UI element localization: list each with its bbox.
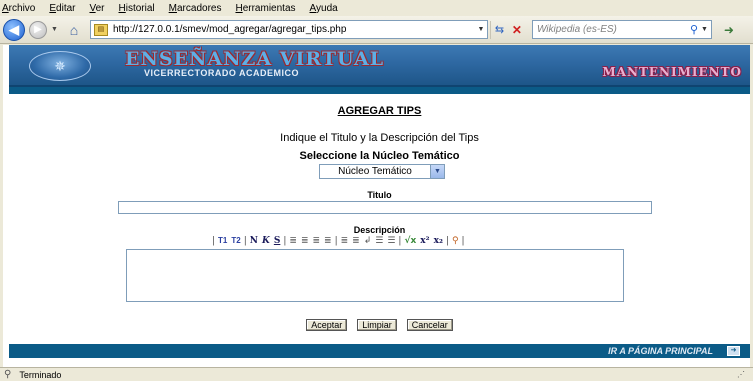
square-root-icon[interactable]: √x	[402, 236, 418, 246]
nucleo-label: Seleccione la Núcleo Temático	[299, 150, 460, 162]
align-justify-icon[interactable]: ≣	[322, 236, 334, 246]
footer-bar: IR A PÁGINA PRINCIPAL ➜	[9, 344, 750, 358]
indent-icon[interactable]: ≣	[339, 236, 351, 246]
form-instruction: Indique el Titulo y la Descripción del T…	[280, 132, 479, 144]
page-favicon-icon: ▤	[93, 23, 108, 36]
menu-archivo[interactable]: Archivo	[2, 3, 35, 14]
bullet-list-icon[interactable]: ☰	[385, 236, 397, 246]
exit-icon[interactable]: ➜	[727, 346, 740, 356]
search-placeholder: Wikipedia (es-ES)	[536, 24, 617, 35]
titulo-label: Titulo	[367, 190, 392, 200]
menu-editar[interactable]: Editar	[49, 3, 75, 14]
home-icon: ⌂	[69, 21, 79, 38]
search-box[interactable]: Wikipedia (es-ES) ⚲ ▼	[531, 20, 712, 39]
preview-magnifier-icon[interactable]: ⚲	[450, 236, 461, 246]
reload-icon: ⇆	[494, 24, 505, 36]
history-dropdown-icon[interactable]: ▼	[51, 26, 58, 33]
menu-marcadores[interactable]: Marcadores	[169, 3, 222, 14]
url-dropdown-icon[interactable]: ▼	[475, 26, 487, 33]
underline-button[interactable]: S	[272, 236, 283, 246]
outdent-icon[interactable]: ≣	[350, 236, 362, 246]
banner-section: MANTENIMIENTO	[602, 65, 742, 79]
heading1-button[interactable]: T1	[216, 236, 229, 245]
italic-button[interactable]: K	[260, 236, 272, 246]
menu-historial[interactable]: Historial	[119, 3, 155, 14]
header-strip	[9, 87, 750, 94]
subscript-button[interactable]: x₂	[432, 236, 445, 246]
clear-button[interactable]: Limpiar	[357, 319, 397, 331]
form-heading: AGREGAR TIPS	[337, 105, 422, 117]
accept-button[interactable]: Aceptar	[306, 319, 348, 331]
align-right-icon[interactable]: ≣	[310, 236, 322, 246]
university-seal-icon: ✵	[29, 51, 91, 81]
align-left-icon[interactable]: ≣	[287, 236, 299, 246]
banner-title: ENSEÑANZA VIRTUAL	[125, 48, 385, 70]
search-engine-dropdown-icon[interactable]: ▼	[701, 26, 708, 33]
page-viewport: ✵ ENSEÑANZA VIRTUAL VICERRECTORADO ACADE…	[0, 45, 753, 367]
banner-subtitle: VICERRECTORADO ACADEMICO	[144, 68, 300, 78]
status-search-icon: ⚲	[4, 369, 12, 380]
menu-bar: Archivo Editar Ver Historial Marcadores …	[0, 0, 753, 16]
search-icon[interactable]: ⚲	[690, 23, 698, 36]
cancel-button[interactable]: Cancelar	[406, 319, 453, 331]
editor-toolbar: | T1 T2 | N K S | ≣ ≣ ≣ ≣ | ≣ ≣ ↲ ☰ ☰ | …	[211, 234, 466, 247]
url-text[interactable]: http://127.0.0.1/smev/mod_agregar/agrega…	[113, 24, 475, 35]
home-button[interactable]: ⌂	[64, 21, 84, 39]
forward-arrow-icon: ▶	[34, 24, 42, 35]
form-container: AGREGAR TIPS Indique el Titulo y la Desc…	[9, 94, 750, 344]
main-page-link[interactable]: IR A PÁGINA PRINCIPAL	[608, 346, 713, 356]
bold-button[interactable]: N	[248, 236, 260, 246]
line-break-icon[interactable]: ↲	[362, 236, 374, 246]
stop-button[interactable]: ✕	[508, 21, 526, 39]
superscript-button[interactable]: x²	[418, 236, 431, 246]
status-text: Terminado	[19, 369, 62, 380]
addon-button[interactable]: ➜	[718, 21, 740, 39]
address-bar[interactable]: ▤ http://127.0.0.1/smev/mod_agregar/agre…	[89, 20, 488, 39]
back-button[interactable]: ◀	[3, 18, 25, 41]
menu-herramientas[interactable]: Herramientas	[235, 3, 295, 14]
align-center-icon[interactable]: ≣	[299, 236, 311, 246]
resize-grip-icon[interactable]: ⋰	[737, 370, 745, 379]
toolbar-separator: |	[461, 235, 465, 246]
form-actions: Aceptar Limpiar Cancelar	[9, 319, 750, 331]
back-arrow-icon: ◀	[9, 21, 19, 37]
titulo-input[interactable]	[118, 201, 652, 214]
forward-button[interactable]: ▶	[29, 20, 47, 39]
menu-ver[interactable]: Ver	[89, 3, 104, 14]
chevron-down-icon[interactable]: ▼	[430, 165, 444, 178]
addon-icon: ➜	[723, 22, 734, 37]
reload-button[interactable]: ⇆	[489, 20, 508, 39]
status-bar: ⚲ Terminado ⋰	[0, 367, 753, 381]
nucleo-select[interactable]: Núcleo Temático ▼	[319, 164, 445, 179]
site-banner: ✵ ENSEÑANZA VIRTUAL VICERRECTORADO ACADE…	[9, 45, 750, 87]
nucleo-select-value: Núcleo Temático	[338, 166, 412, 177]
navigation-toolbar: ◀ ▶ ▼ ⌂ ▤ http://127.0.0.1/smev/mod_agre…	[0, 16, 753, 44]
stop-icon: ✕	[511, 22, 522, 37]
descripcion-textarea[interactable]	[126, 249, 624, 302]
heading2-button[interactable]: T2	[229, 236, 242, 245]
numbered-list-icon[interactable]: ☰	[373, 236, 385, 246]
menu-ayuda[interactable]: Ayuda	[310, 3, 338, 14]
